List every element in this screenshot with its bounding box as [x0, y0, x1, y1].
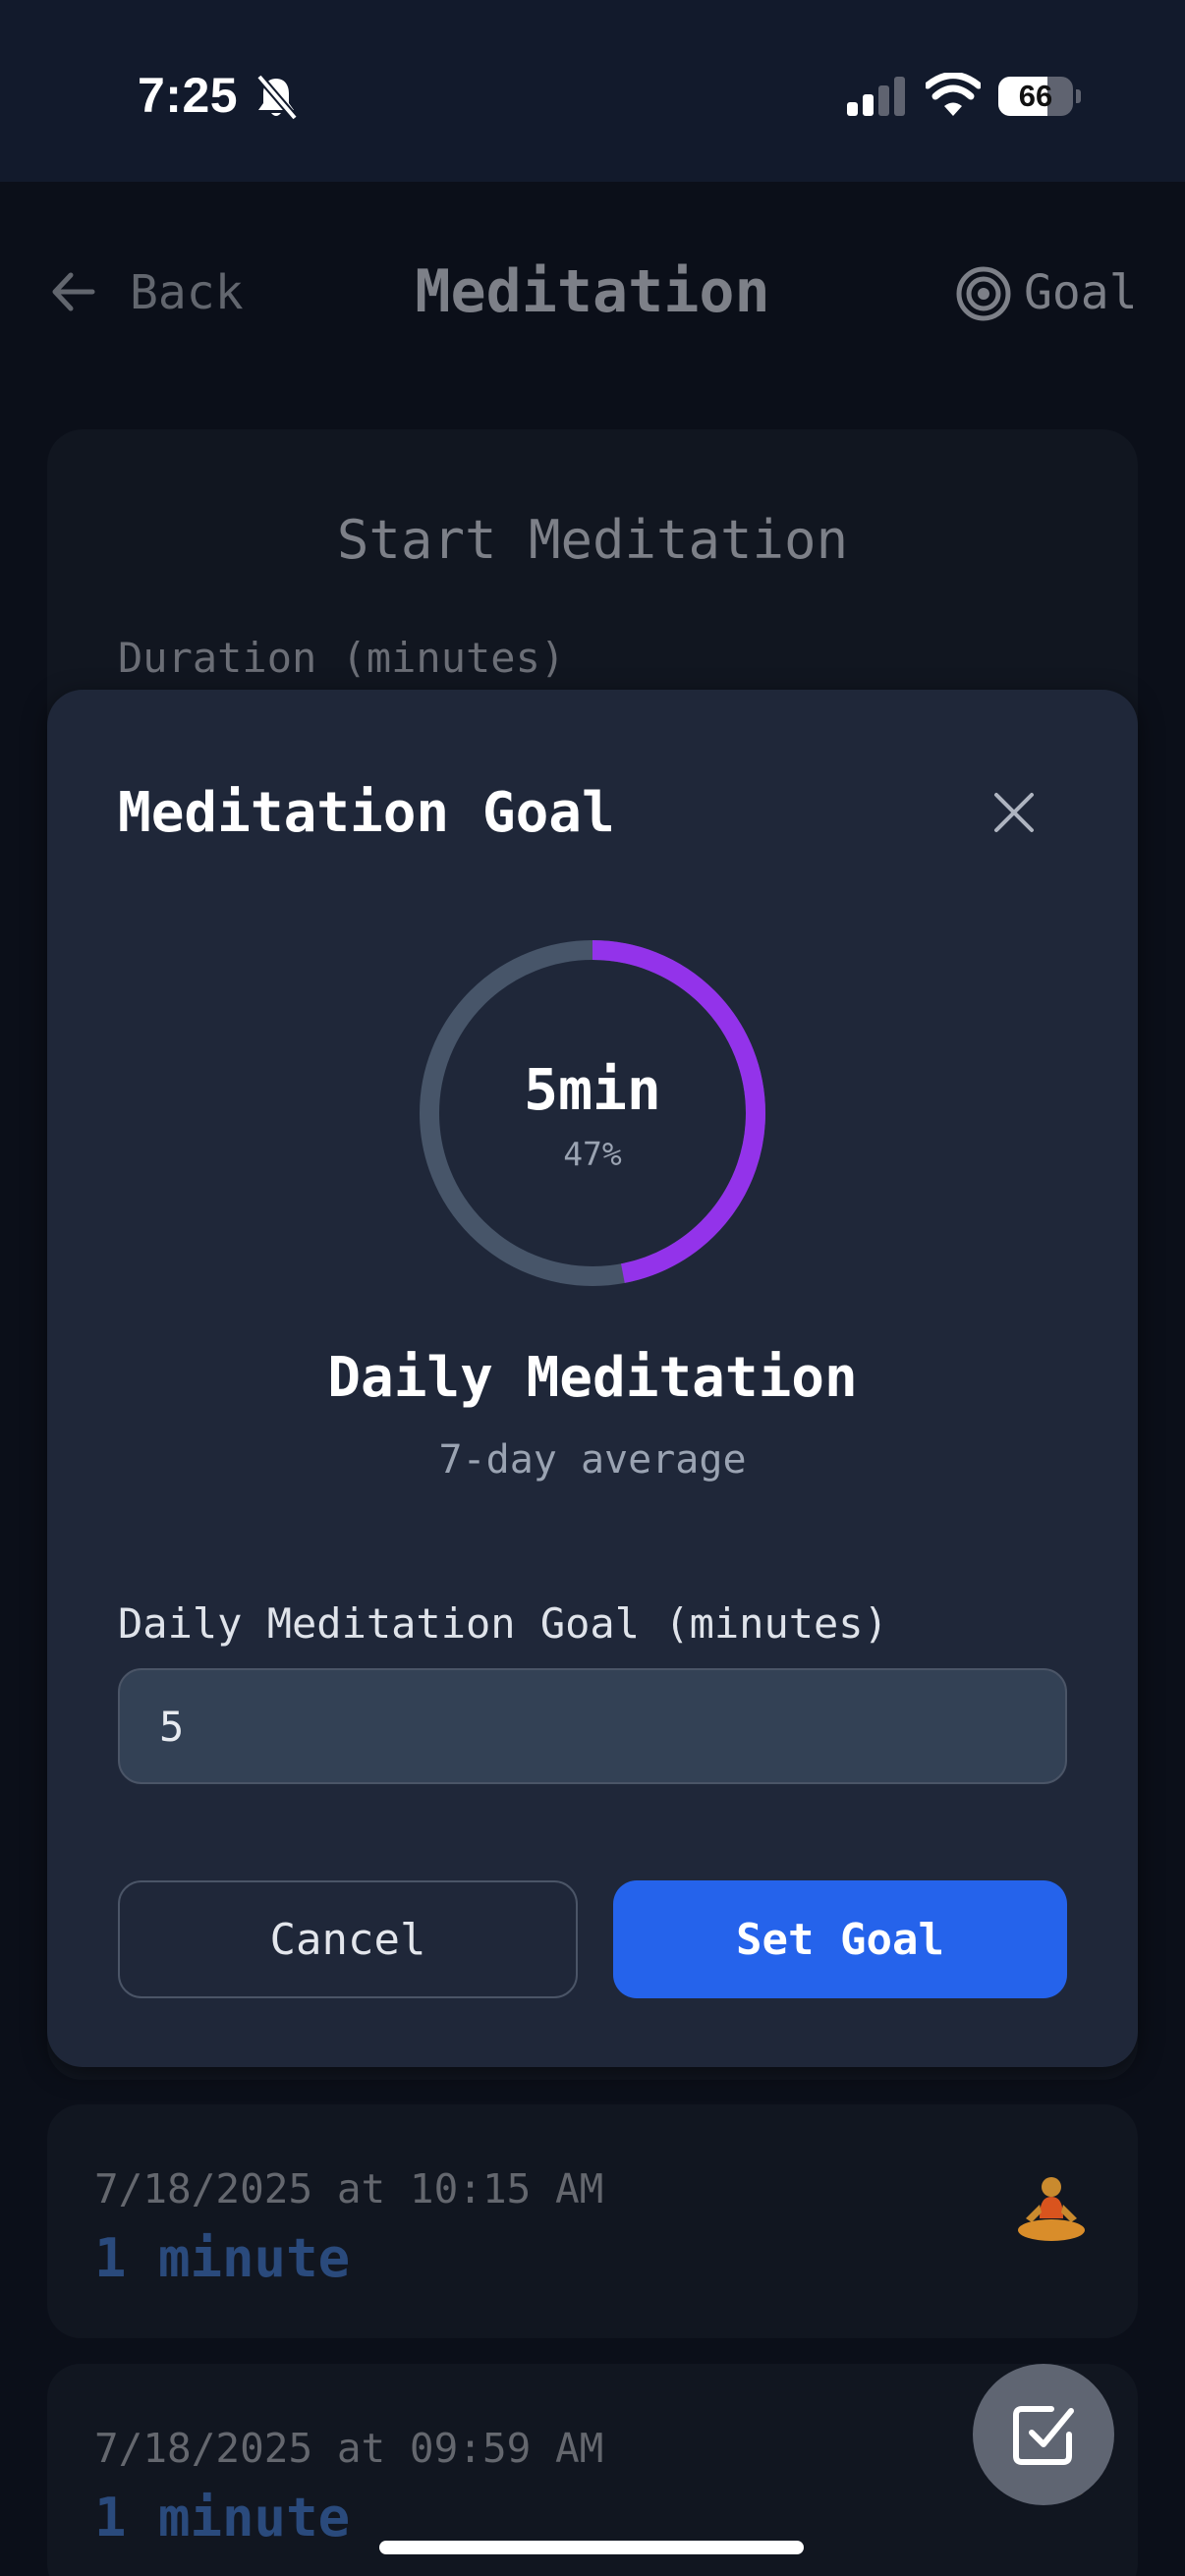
app-screen: 7:25 66 Back Meditation Goal Start Medit…: [0, 0, 1185, 2576]
battery-indicator: 66: [998, 77, 1081, 116]
close-icon[interactable]: [992, 791, 1036, 834]
battery-cap: [1076, 89, 1081, 103]
goal-button[interactable]: Goal: [1024, 265, 1138, 320]
goal-field-label: Daily Meditation Goal (minutes): [118, 1599, 888, 1648]
target-icon[interactable]: [956, 266, 1011, 321]
ring-percent: 47%: [563, 1135, 622, 1173]
history-item[interactable]: 7/18/2025 at 10:15 AM 1 minute: [47, 2104, 1138, 2338]
status-time: 7:25: [138, 68, 239, 123]
duration-label: Duration (minutes): [118, 634, 566, 682]
history-item-date: 7/18/2025 at 09:59 AM: [94, 2425, 604, 2472]
home-indicator: [379, 2541, 804, 2554]
battery-level: 66: [1018, 79, 1053, 113]
cancel-button[interactable]: Cancel: [118, 1880, 578, 1998]
start-meditation-title: Start Meditation: [336, 509, 849, 571]
wifi-icon: [926, 73, 981, 116]
history-item-duration: 1 minute: [94, 2227, 351, 2289]
battery-body: 66: [998, 77, 1073, 116]
person-in-lotus-position-icon: [1018, 2177, 1085, 2241]
history-item-duration: 1 minute: [94, 2487, 351, 2548]
cellular-signal-icon: [847, 77, 905, 116]
goal-minutes-input[interactable]: [118, 1668, 1067, 1784]
history-item-date: 7/18/2025 at 10:15 AM: [94, 2165, 604, 2212]
ring-subcaption: 7-day average: [438, 1437, 747, 1483]
set-goal-button[interactable]: Set Goal: [613, 1880, 1067, 1998]
status-bar: 7:25 66: [0, 0, 1185, 182]
ring-caption: Daily Meditation: [327, 1346, 858, 1410]
floating-action-button[interactable]: [973, 2364, 1114, 2505]
ring-value: 5min: [524, 1056, 661, 1123]
modal-title: Meditation Goal: [118, 781, 615, 845]
check-square-icon: [1013, 2406, 1074, 2465]
bell-slash-icon: [255, 74, 299, 121]
